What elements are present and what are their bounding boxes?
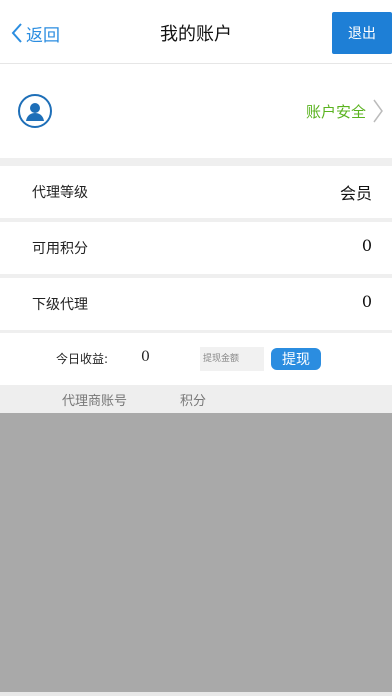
sub-agents-row[interactable]: 下级代理 0 — [0, 278, 392, 330]
agent-level-value: 会员 — [339, 184, 372, 203]
user-avatar-icon[interactable] — [18, 94, 52, 128]
bottom-strip — [0, 692, 392, 696]
sub-agents-value: 0 — [361, 292, 372, 311]
chevron-right-icon — [373, 99, 383, 123]
logout-button[interactable]: 退出 — [332, 12, 392, 54]
today-earnings-value: 0 — [141, 349, 150, 365]
withdraw-button[interactable]: 提现 — [271, 348, 321, 370]
section-divider — [0, 158, 392, 166]
my-account-page: 返回 我的账户 退出 账户安全 代理等级 会员 可用积分 0 下级代理 0 今日… — [0, 0, 392, 696]
column-header-agent-account: 代理商账号 — [62, 394, 128, 409]
agent-level-row: 代理等级 会员 — [0, 166, 392, 218]
top-navbar: 返回 我的账户 退出 — [0, 0, 392, 64]
earnings-row: 今日收益: 0 提现 — [0, 333, 392, 385]
withdraw-amount-input[interactable] — [200, 347, 264, 371]
agent-level-label: 代理等级 — [32, 185, 88, 201]
agent-list-area[interactable] — [0, 413, 392, 692]
account-security-link[interactable]: 账户安全 — [306, 98, 384, 124]
available-points-value: 0 — [361, 236, 372, 255]
today-earnings-label: 今日收益: — [56, 352, 109, 366]
profile-row: 账户安全 — [0, 66, 392, 158]
person-icon — [26, 103, 44, 121]
sub-agents-label: 下级代理 — [32, 297, 88, 313]
available-points-label: 可用积分 — [32, 241, 88, 257]
column-header-points: 积分 — [180, 394, 207, 409]
available-points-row: 可用积分 0 — [0, 222, 392, 274]
agent-table-header: 代理商账号 积分 — [0, 385, 392, 413]
account-security-label: 账户安全 — [305, 102, 366, 121]
